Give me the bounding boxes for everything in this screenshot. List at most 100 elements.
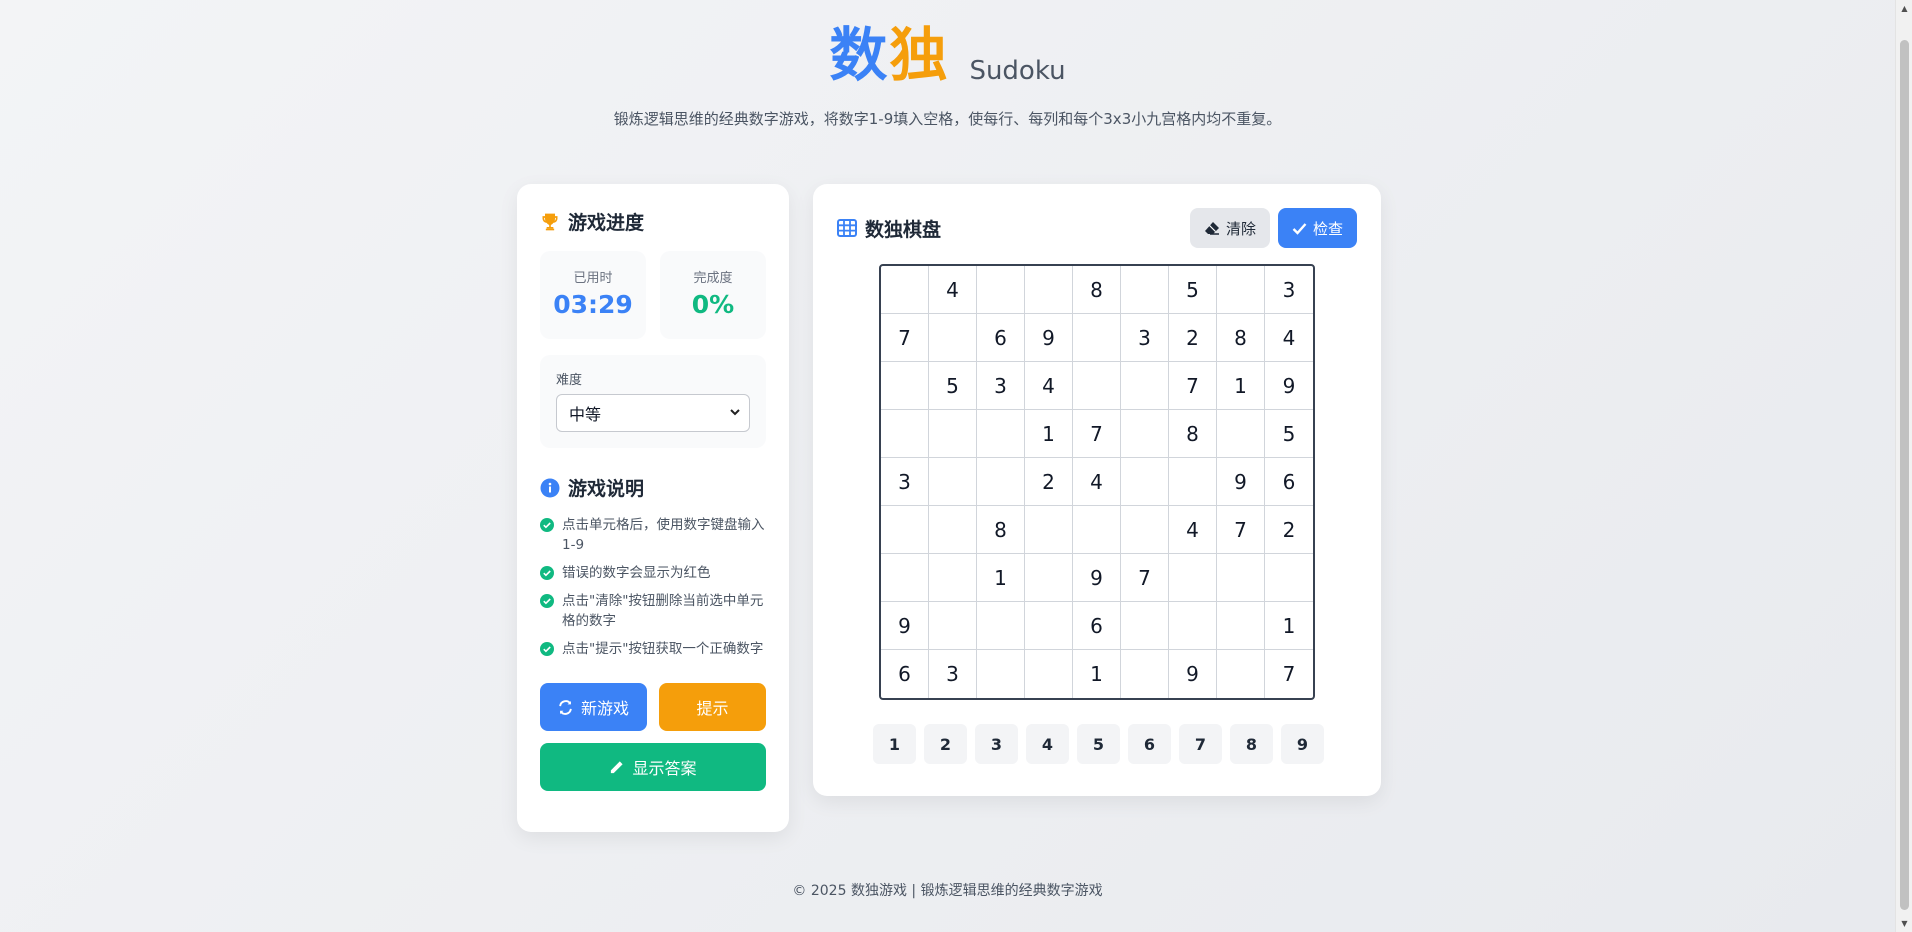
sudoku-cell[interactable] [881,506,929,554]
sudoku-cell[interactable] [1265,554,1313,602]
scrollbar-thumb[interactable] [1900,40,1909,910]
sudoku-cell[interactable] [929,554,977,602]
sudoku-cell[interactable]: 9 [1169,650,1217,698]
sudoku-cell[interactable] [929,506,977,554]
sudoku-cell[interactable] [1121,410,1169,458]
numpad-button-9[interactable]: 9 [1281,724,1324,764]
sudoku-cell[interactable]: 7 [1121,554,1169,602]
show-answer-button[interactable]: 显示答案 [540,743,766,791]
new-game-button[interactable]: 新游戏 [540,683,647,731]
sudoku-cell[interactable] [881,266,929,314]
sudoku-cell[interactable]: 3 [1265,266,1313,314]
sudoku-cell[interactable] [1073,506,1121,554]
sudoku-cell[interactable] [1025,554,1073,602]
sudoku-cell[interactable]: 5 [1169,266,1217,314]
sudoku-cell[interactable] [1121,650,1169,698]
sudoku-cell[interactable] [1217,410,1265,458]
sudoku-cell[interactable]: 1 [1265,602,1313,650]
sudoku-cell[interactable] [1169,458,1217,506]
sudoku-cell[interactable]: 1 [977,554,1025,602]
scroll-down-arrow-icon[interactable]: ▼ [1896,915,1912,932]
sudoku-cell[interactable] [1025,266,1073,314]
sudoku-cell[interactable]: 2 [1169,314,1217,362]
sudoku-cell[interactable]: 9 [1073,554,1121,602]
sudoku-cell[interactable]: 6 [977,314,1025,362]
sudoku-cell[interactable] [929,602,977,650]
sudoku-cell[interactable]: 6 [881,650,929,698]
sudoku-cell[interactable] [977,266,1025,314]
numpad-button-4[interactable]: 4 [1026,724,1069,764]
check-button[interactable]: 检查 [1277,208,1357,248]
sudoku-cell[interactable] [1121,506,1169,554]
sudoku-cell[interactable]: 9 [881,602,929,650]
sudoku-cell[interactable]: 1 [1217,362,1265,410]
sudoku-cell[interactable] [1025,506,1073,554]
sudoku-cell[interactable] [929,458,977,506]
sudoku-cell[interactable]: 4 [1265,314,1313,362]
numpad-button-6[interactable]: 6 [1128,724,1171,764]
clear-button[interactable]: 清除 [1189,208,1270,248]
sudoku-cell[interactable] [977,410,1025,458]
sudoku-cell[interactable]: 8 [977,506,1025,554]
sudoku-cell[interactable] [1217,650,1265,698]
sudoku-cell[interactable] [1169,554,1217,602]
sudoku-cell[interactable]: 6 [1073,602,1121,650]
sudoku-cell[interactable]: 2 [1025,458,1073,506]
sudoku-cell[interactable]: 3 [929,650,977,698]
sudoku-cell[interactable] [1073,362,1121,410]
sudoku-cell[interactable] [1169,602,1217,650]
sudoku-cell[interactable]: 8 [1217,314,1265,362]
sudoku-cell[interactable] [881,362,929,410]
numpad-button-1[interactable]: 1 [873,724,916,764]
sudoku-cell[interactable]: 9 [1217,458,1265,506]
sudoku-cell[interactable] [881,554,929,602]
sudoku-cell[interactable] [1217,602,1265,650]
sudoku-cell[interactable] [1121,266,1169,314]
sudoku-cell[interactable] [929,410,977,458]
sudoku-cell[interactable]: 5 [929,362,977,410]
sudoku-cell[interactable]: 8 [1073,266,1121,314]
numpad-button-5[interactable]: 5 [1077,724,1120,764]
sudoku-cell[interactable] [1121,458,1169,506]
numpad-button-3[interactable]: 3 [975,724,1018,764]
sudoku-cell[interactable]: 8 [1169,410,1217,458]
sudoku-cell[interactable]: 7 [881,314,929,362]
sudoku-cell[interactable]: 1 [1073,650,1121,698]
sudoku-cell[interactable]: 9 [1265,362,1313,410]
sudoku-cell[interactable] [977,650,1025,698]
sudoku-cell[interactable]: 7 [1073,410,1121,458]
numpad-button-7[interactable]: 7 [1179,724,1222,764]
sudoku-cell[interactable]: 3 [977,362,1025,410]
sudoku-cell[interactable] [1121,362,1169,410]
sudoku-cell[interactable]: 2 [1265,506,1313,554]
sudoku-cell[interactable]: 3 [1121,314,1169,362]
sudoku-cell[interactable] [881,410,929,458]
numpad-button-2[interactable]: 2 [924,724,967,764]
hint-button[interactable]: 提示 [659,683,766,731]
sudoku-cell[interactable]: 4 [1073,458,1121,506]
numpad-button-8[interactable]: 8 [1230,724,1273,764]
sudoku-cell[interactable]: 7 [1169,362,1217,410]
sudoku-cell[interactable]: 1 [1025,410,1073,458]
sudoku-cell[interactable] [1217,554,1265,602]
sudoku-cell[interactable] [929,314,977,362]
sudoku-cell[interactable] [1073,314,1121,362]
sudoku-cell[interactable]: 5 [1265,410,1313,458]
sudoku-cell[interactable] [977,458,1025,506]
sudoku-cell[interactable]: 7 [1265,650,1313,698]
sudoku-cell[interactable]: 4 [929,266,977,314]
difficulty-select[interactable]: 中等 [556,394,750,432]
sudoku-cell[interactable]: 6 [1265,458,1313,506]
sudoku-cell[interactable] [977,602,1025,650]
sudoku-cell[interactable]: 4 [1025,362,1073,410]
sudoku-cell[interactable]: 9 [1025,314,1073,362]
sudoku-cell[interactable] [1025,650,1073,698]
sudoku-cell[interactable]: 3 [881,458,929,506]
scroll-up-arrow-icon[interactable]: ▲ [1896,0,1912,17]
sudoku-cell[interactable]: 7 [1217,506,1265,554]
vertical-scrollbar[interactable]: ▲ ▼ [1895,0,1912,932]
sudoku-cell[interactable] [1025,602,1073,650]
sudoku-cell[interactable]: 4 [1169,506,1217,554]
sudoku-cell[interactable] [1217,266,1265,314]
sudoku-cell[interactable] [1121,602,1169,650]
